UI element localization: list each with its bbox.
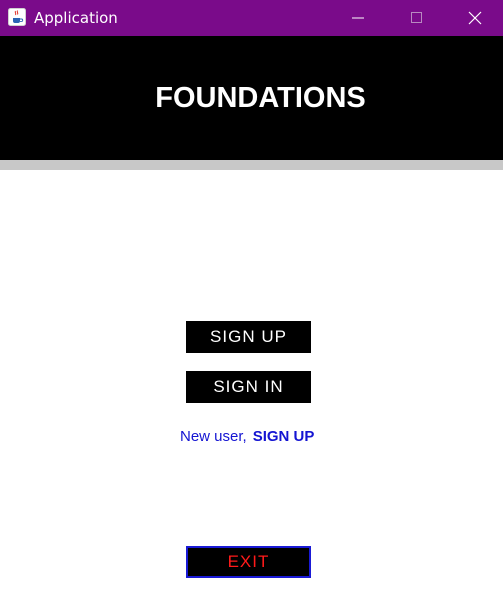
- maximize-icon: [411, 12, 422, 23]
- maximize-button[interactable]: [388, 0, 446, 36]
- sign-up-link[interactable]: SIGN UP: [253, 428, 315, 445]
- window-title: Application: [34, 9, 118, 27]
- sign-in-button[interactable]: SIGN IN: [186, 371, 311, 403]
- minimize-icon: [352, 17, 364, 19]
- new-user-row: New user, SIGN UP: [180, 426, 314, 448]
- title-bar[interactable]: Application: [0, 0, 503, 36]
- new-user-label: New user,: [180, 428, 247, 445]
- close-icon: [468, 11, 482, 25]
- close-button[interactable]: [446, 0, 503, 36]
- application-window: Application FOUNDATIONS SIGN UP SIGN IN …: [0, 0, 503, 614]
- sign-up-button[interactable]: SIGN UP: [186, 321, 311, 353]
- java-cup-icon: [8, 8, 26, 26]
- header-separator: [0, 160, 503, 170]
- minimize-button[interactable]: [329, 0, 387, 36]
- page-title: FOUNDATIONS: [155, 82, 366, 114]
- header-banner: FOUNDATIONS: [0, 36, 503, 160]
- exit-button[interactable]: EXIT: [186, 546, 311, 578]
